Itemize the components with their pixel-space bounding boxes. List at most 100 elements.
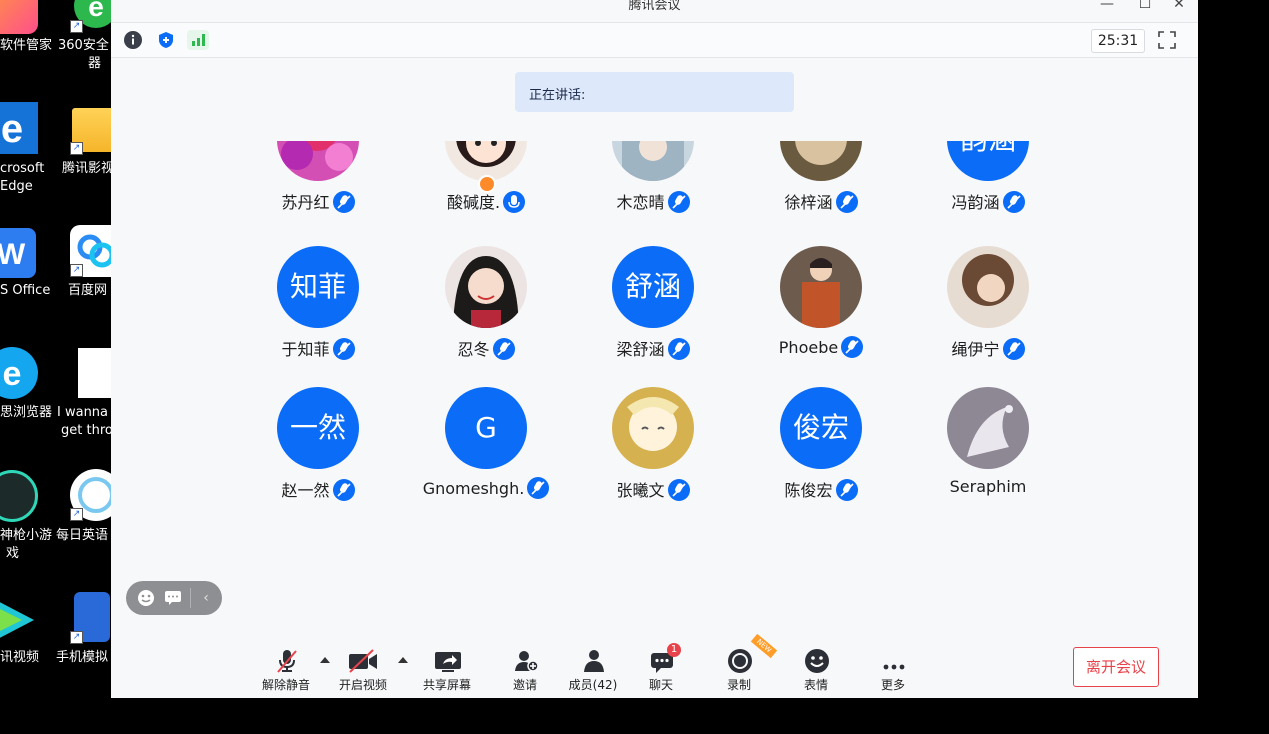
participant-tile[interactable]: 徐梓涵	[737, 141, 905, 229]
desktop-label: 戏	[6, 546, 20, 561]
muted-mic-icon	[274, 648, 300, 674]
participant-name: 木恋晴	[616, 193, 665, 212]
desktop-label: 思浏览器	[0, 405, 53, 420]
participant-avatar-image	[612, 141, 694, 181]
close-button[interactable]: ✕	[1169, 0, 1189, 12]
desktop-label: 讯视频	[0, 650, 40, 665]
participant-name: 张曦文	[616, 481, 665, 500]
desktop-label: 手机模拟	[56, 650, 109, 665]
browser-icon[interactable]: e	[0, 347, 38, 399]
start-video-button[interactable]: 开启视频	[331, 640, 395, 698]
title-bar: 腾讯会议 — ☐ ✕	[111, 0, 1198, 22]
video-options-arrow[interactable]	[398, 657, 408, 663]
participant-tile[interactable]: Phoebe	[737, 246, 905, 376]
participant-tile[interactable]: 韵涵冯韵涵	[904, 141, 1072, 229]
mic-muted-icon	[527, 477, 550, 499]
emoji-label: 表情	[803, 678, 828, 692]
mic-muted-icon	[667, 479, 690, 501]
participant-name: Phoebe	[778, 338, 839, 357]
info-icon[interactable]	[124, 31, 142, 49]
collapse-chevron-icon[interactable]: ‹	[197, 589, 215, 607]
participant-name: 徐梓涵	[784, 193, 833, 212]
participant-tile[interactable]: 绳伊宁	[904, 246, 1072, 376]
participant-tile[interactable]: 知菲 于知菲	[234, 246, 402, 376]
desktop-label: S Office	[0, 283, 51, 298]
participant-name-row: Seraphim	[904, 477, 1072, 496]
speaking-indicator: 正在讲话:	[515, 72, 794, 112]
participant-tile[interactable]: 酸碱度.	[402, 141, 570, 229]
audio-options-arrow[interactable]	[320, 657, 330, 663]
participant-tile[interactable]: 忍冬	[402, 246, 570, 376]
maximize-button[interactable]: ☐	[1135, 0, 1155, 12]
edge-icon[interactable]: e	[0, 102, 38, 154]
message-bubble-icon[interactable]	[164, 590, 182, 606]
emoji-icon	[804, 648, 830, 674]
mic-muted-icon	[1002, 338, 1025, 360]
record-label: 录制	[726, 678, 751, 692]
participant-tile[interactable]: G Gnomeshgh.	[402, 387, 570, 517]
members-icon	[581, 648, 607, 674]
new-feature-badge: NEW	[750, 633, 778, 659]
participant-tile[interactable]: 一然 赵一然	[234, 387, 402, 517]
emoji-reaction-icon[interactable]	[137, 589, 155, 607]
share-screen-icon	[433, 648, 463, 674]
desktop-label: 360安全	[58, 38, 109, 53]
desktop-label: 百度网	[68, 283, 108, 298]
participant-avatar: 一然	[277, 387, 359, 469]
window-title: 腾讯会议	[628, 0, 681, 13]
participant-tile[interactable]: 俊宏 陈俊宏	[737, 387, 905, 517]
participant-name-row: 绳伊宁	[904, 336, 1072, 360]
fullscreen-icon[interactable]	[1157, 30, 1177, 50]
share-screen-label: 共享屏幕	[422, 678, 471, 692]
chat-button[interactable]: 1 聊天	[629, 640, 693, 698]
participant-avatar: 韵涵	[947, 141, 1029, 181]
security-shield-icon[interactable]	[157, 31, 175, 49]
minimize-button[interactable]: —	[1097, 0, 1117, 12]
chat-label: 聊天	[648, 678, 673, 692]
file-icon[interactable]	[78, 348, 111, 398]
participant-avatar-image	[780, 246, 862, 328]
participant-avatar-image	[780, 141, 862, 181]
unmute-button[interactable]: 解除静音	[254, 640, 318, 698]
shortcut-arrow-icon: ↗	[70, 142, 83, 155]
participant-name-row: 陈俊宏	[737, 477, 905, 501]
more-button[interactable]: 更多	[861, 640, 925, 698]
mic-muted-icon	[332, 191, 355, 213]
participant-name-row: 酸碱度.	[402, 189, 570, 213]
participant-name-row: 徐梓涵	[737, 189, 905, 213]
shortcut-arrow-icon: ↗	[70, 508, 83, 521]
invite-button[interactable]: 邀请	[493, 640, 557, 698]
desktop: 软件管家 e ↗ 360安全 器 e crosoft Edge ↗ 腾讯影视 W…	[0, 0, 111, 734]
software-manager-icon[interactable]	[0, 0, 38, 34]
participant-tile[interactable]: 舒涵 梁舒涵	[569, 246, 737, 376]
participant-avatar-image	[947, 387, 1029, 469]
wps-icon[interactable]: W	[0, 228, 36, 278]
participant-name: 梁舒涵	[616, 340, 665, 359]
mic-muted-icon	[1002, 191, 1025, 213]
desktop-label: Edge	[0, 179, 33, 194]
tencent-video-icon[interactable]	[0, 594, 40, 650]
participant-avatar-image	[612, 387, 694, 469]
members-button[interactable]: 成员(42)	[561, 640, 625, 698]
desktop-label: 每日英语	[56, 528, 109, 543]
share-screen-button[interactable]: 共享屏幕	[415, 640, 479, 698]
participant-tile[interactable]: 木恋晴	[569, 141, 737, 229]
participant-name-row: 忍冬	[402, 336, 570, 360]
participant-name-row: 于知菲	[234, 336, 402, 360]
more-label: 更多	[880, 678, 905, 692]
participant-name: 于知菲	[281, 340, 330, 359]
record-button[interactable]: NEW 录制	[707, 633, 778, 698]
mic-active-icon	[503, 191, 526, 213]
emoji-button[interactable]: 表情	[784, 640, 848, 698]
participant-name-row: 冯韵涵	[904, 189, 1072, 213]
mic-muted-icon	[835, 191, 858, 213]
participant-tile[interactable]: 苏丹红	[234, 141, 402, 229]
participant-tile[interactable]: Seraphim	[904, 387, 1072, 517]
leave-meeting-button[interactable]: 离开会议	[1073, 647, 1159, 687]
invite-user-icon	[513, 648, 539, 674]
game-icon[interactable]	[0, 470, 38, 522]
video-off-icon	[347, 648, 379, 674]
participant-name: 绳伊宁	[951, 340, 1000, 359]
participant-tile[interactable]: 张曦文	[569, 387, 737, 517]
network-signal-icon[interactable]	[187, 30, 209, 50]
